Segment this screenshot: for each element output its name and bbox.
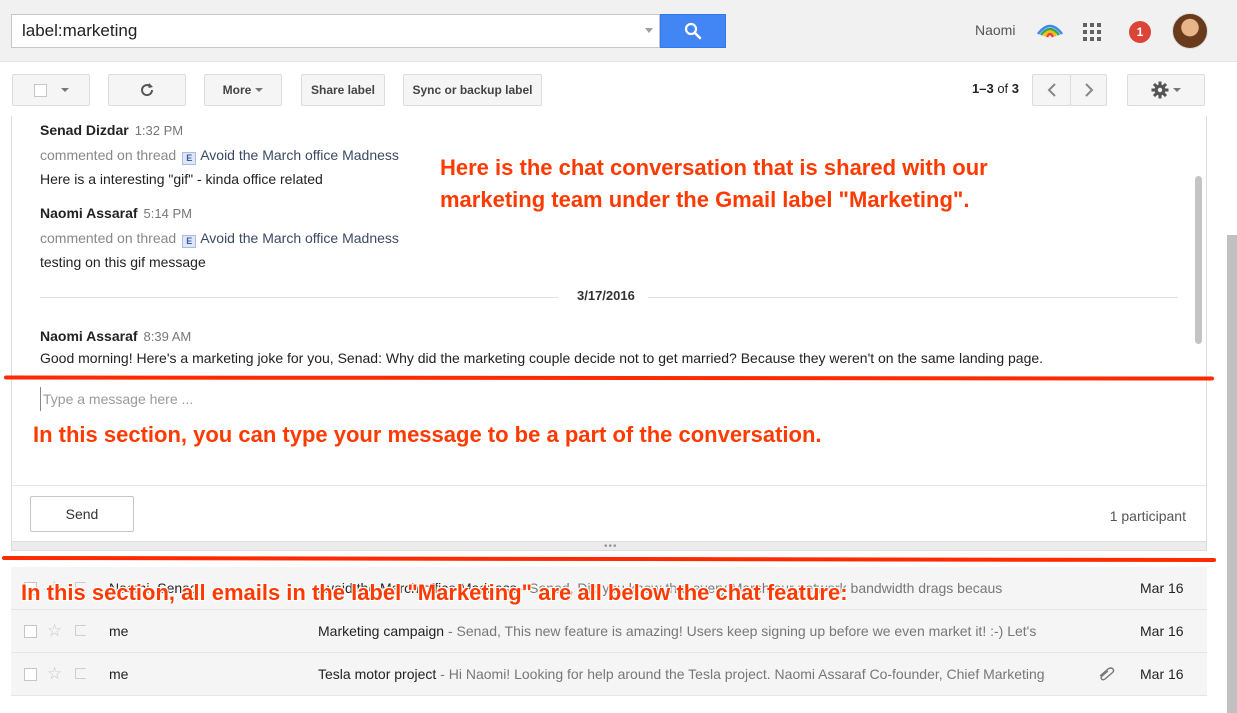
thread-link[interactable]: Avoid the March office Madness — [200, 230, 399, 246]
chevron-right-icon — [1084, 83, 1093, 97]
importance-marker-icon[interactable] — [75, 668, 89, 679]
participants-link[interactable]: 1 participant — [1110, 508, 1186, 524]
annotation-divider-line — [1, 555, 1217, 563]
email-subject: Marketing campaign — [318, 623, 445, 639]
more-button[interactable]: More — [204, 74, 282, 106]
star-icon[interactable]: ☆ — [47, 621, 62, 641]
row-checkbox[interactable] — [24, 668, 37, 681]
message-sender: Senad Dizdar — [40, 122, 129, 138]
compose-footer: Send 1 participant — [11, 485, 1207, 541]
email-thread-icon: E — [182, 152, 197, 165]
chat-scrollbar[interactable] — [1195, 176, 1202, 344]
chat-message: Senad Dizdar 1:32 PM commented on thread E… — [40, 122, 399, 187]
select-all-button[interactable] — [12, 74, 90, 106]
pager-of: of — [997, 81, 1009, 96]
email-date: Mar 16 — [1140, 623, 1184, 639]
table-row[interactable]: ☆ me Marketing campaign - Senad, This ne… — [11, 610, 1207, 653]
chevron-down-icon — [60, 88, 69, 92]
chevron-left-icon — [1047, 83, 1056, 97]
star-icon[interactable]: ☆ — [47, 664, 62, 684]
email-date: Mar 16 — [1140, 666, 1184, 682]
refresh-button[interactable] — [108, 74, 186, 106]
email-sender: me — [109, 666, 129, 682]
pager-count: 1–3 of 3 — [972, 81, 1019, 96]
search-button[interactable] — [660, 14, 726, 48]
send-button[interactable]: Send — [30, 496, 134, 532]
thread-action: commented on thread — [40, 147, 177, 163]
message-time: 5:14 PM — [143, 206, 192, 221]
message-sender: Naomi Assaraf — [40, 205, 138, 221]
message-text: Here is a interesting "gif" - kinda offi… — [40, 171, 323, 187]
search-options-dropdown-icon[interactable] — [645, 28, 653, 33]
annotation-top-line-1: Here is the chat conversation that is sh… — [440, 155, 988, 180]
pager-total: 3 — [1011, 81, 1020, 96]
chevron-down-icon — [255, 88, 264, 92]
search-icon — [684, 22, 702, 40]
older-page-button[interactable] — [1070, 74, 1107, 106]
chat-message: Naomi Assaraf 5:14 PM commented on thread… — [40, 205, 399, 270]
avatar[interactable] — [1172, 13, 1208, 49]
annotation-middle: In this section, you can type your messa… — [33, 422, 822, 447]
panel-resize-handle[interactable]: ••• — [11, 541, 1207, 552]
pager-range: 1–3 — [972, 81, 994, 96]
user-name-link[interactable]: Naomi — [975, 22, 1015, 38]
sync-backup-label-button[interactable]: Sync or backup label — [403, 74, 542, 106]
attachment-icon — [1099, 667, 1115, 681]
share-label-button[interactable]: Share label — [301, 74, 385, 106]
apps-grid-icon[interactable] — [1083, 23, 1101, 41]
search-input[interactable] — [12, 15, 632, 47]
email-snippet: Hi Naomi! Looking for help around the Te… — [448, 666, 1045, 682]
email-summary: Marketing campaign - Senad, This new fea… — [318, 623, 1037, 639]
message-input[interactable] — [40, 387, 1190, 411]
email-snippet: Senad, This new feature is amazing! User… — [456, 623, 1037, 639]
settings-button[interactable] — [1127, 74, 1205, 106]
search-box — [11, 14, 660, 48]
message-text: Good morning! Here's a marketing joke fo… — [40, 350, 1044, 366]
chevron-down-icon — [1173, 88, 1181, 92]
email-thread-icon: E — [182, 235, 197, 248]
chat-message: Naomi Assaraf 8:39 AM Good morning! Here'… — [40, 328, 1043, 366]
importance-marker-icon[interactable] — [75, 625, 89, 636]
message-sender: Naomi Assaraf — [40, 328, 138, 344]
drag-handle-icon: ••• — [604, 541, 618, 552]
message-time: 8:39 AM — [143, 329, 192, 344]
message-time: 1:32 PM — [134, 123, 184, 138]
thread-link[interactable]: Avoid the March office Madness — [200, 147, 399, 163]
email-date: Mar 16 — [1140, 580, 1184, 596]
email-subject: Tesla motor project — [318, 666, 437, 682]
table-row[interactable]: ☆ me Tesla motor project - Hi Naomi! Loo… — [11, 653, 1207, 696]
rainbow-logo-icon[interactable] — [1036, 20, 1064, 38]
thread-action: commented on thread — [40, 230, 177, 246]
top-header: Naomi 1 — [0, 0, 1237, 62]
annotation-top-line-2: marketing team under the Gmail label "Ma… — [440, 187, 970, 212]
row-checkbox[interactable] — [24, 625, 37, 638]
newer-page-button[interactable] — [1032, 74, 1071, 106]
message-text: testing on this gif message — [40, 254, 206, 270]
date-separator-text: 3/17/2016 — [577, 288, 635, 303]
notifications-badge[interactable]: 1 — [1129, 21, 1151, 43]
refresh-icon — [141, 83, 154, 97]
annotation-bottom: In this section, all emails in the label… — [21, 580, 848, 605]
date-separator: 3/17/2016 — [40, 288, 1178, 304]
select-all-checkbox[interactable] — [33, 83, 47, 97]
gear-icon — [1151, 81, 1169, 99]
page-scrollbar[interactable] — [1227, 235, 1237, 713]
more-label: More — [222, 83, 252, 97]
email-sender: me — [109, 623, 129, 639]
email-summary: Tesla motor project - Hi Naomi! Looking … — [318, 666, 1045, 682]
